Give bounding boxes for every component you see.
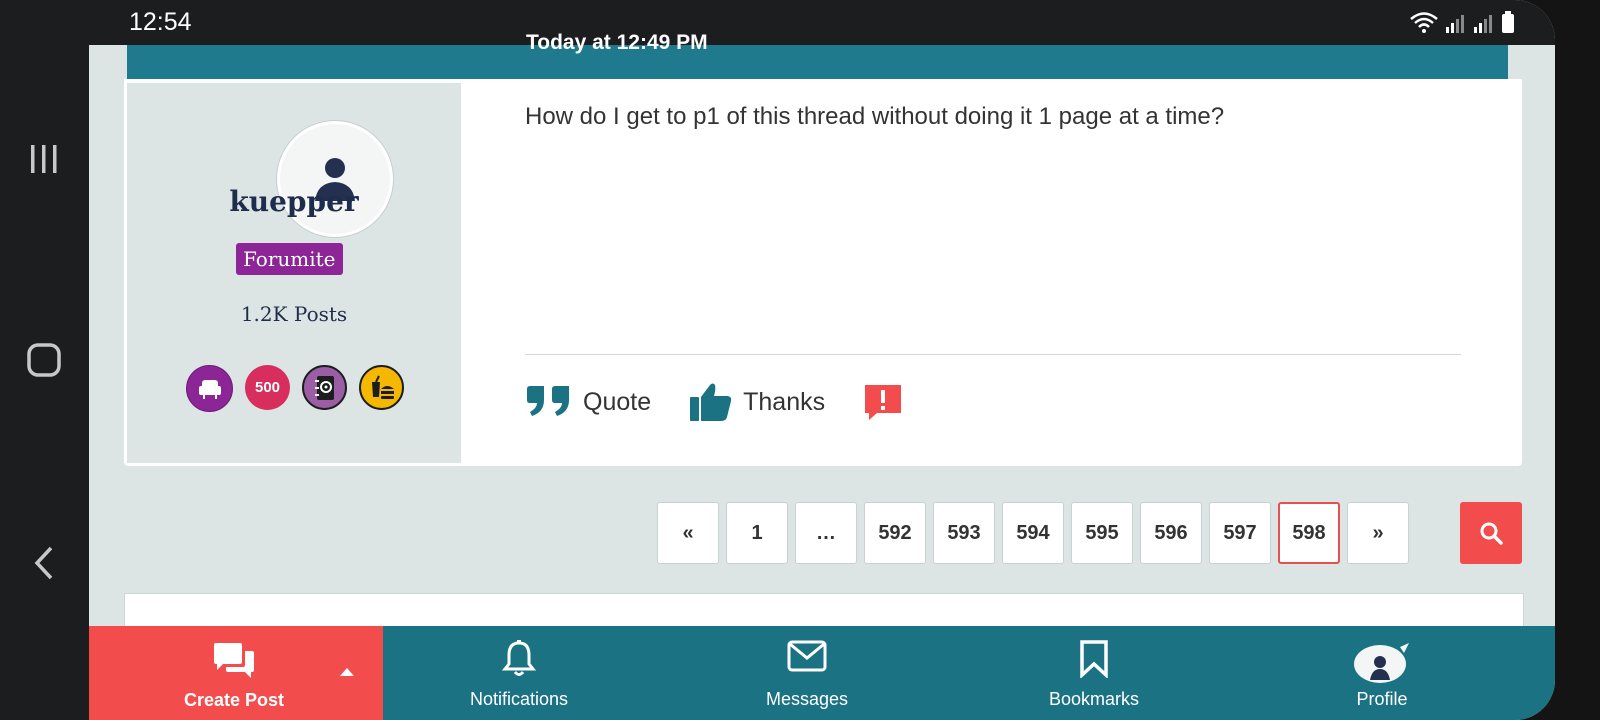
signal-icon	[1474, 15, 1492, 33]
contact-book-icon[interactable]	[302, 365, 347, 410]
back-icon[interactable]	[22, 541, 66, 585]
app-screen: 12:54 Today at 12:49 PM kuepper Forumite…	[89, 0, 1555, 720]
page-button-597[interactable]: 597	[1209, 502, 1271, 564]
page-ellipsis-button[interactable]: …	[795, 502, 857, 564]
recent-apps-icon[interactable]	[22, 137, 66, 181]
android-nav-bar	[0, 0, 89, 720]
bell-icon	[502, 640, 536, 676]
bookmarks-tab[interactable]: Bookmarks	[994, 626, 1194, 720]
page-button-current[interactable]: 598	[1278, 502, 1340, 564]
divider	[525, 354, 1461, 355]
wifi-icon	[1410, 12, 1438, 33]
page-button-595[interactable]: 595	[1071, 502, 1133, 564]
quote-icon	[527, 386, 569, 416]
fast-food-icon[interactable]	[359, 365, 404, 410]
notifications-tab[interactable]: Notifications	[419, 626, 619, 720]
signal-icon	[1446, 15, 1464, 33]
page-button-592[interactable]: 592	[864, 502, 926, 564]
thanks-label: Thanks	[743, 387, 826, 416]
bottom-nav: Create Post Notifications Messages Bookm…	[89, 626, 1555, 720]
quote-button[interactable]: Quote	[525, 385, 651, 419]
chat-bubbles-icon	[214, 643, 254, 678]
bookmarks-label: Bookmarks	[1048, 689, 1140, 709]
create-post-label: Create Post	[183, 690, 285, 710]
armchair-icon[interactable]	[186, 365, 233, 412]
profile-tab[interactable]: Profile	[1282, 626, 1482, 720]
pagination: « 1 … 592 593 594 595 596 597 598 »	[657, 502, 1409, 564]
page-next-button[interactable]: »	[1347, 502, 1409, 564]
role-badge: Forumite	[236, 243, 343, 275]
achievement-badges: 500	[186, 365, 404, 412]
profile-label: Profile	[1356, 689, 1408, 709]
post-date: Today at 12:49 PM	[526, 31, 708, 54]
home-icon[interactable]	[22, 338, 66, 382]
post-count: 1.2K Posts	[240, 302, 348, 326]
battery-icon	[1502, 11, 1514, 33]
page-button-593[interactable]: 593	[933, 502, 995, 564]
messages-label: Messages	[765, 689, 849, 709]
status-bar: 12:54	[89, 0, 1555, 45]
thanks-button[interactable]: Thanks	[689, 382, 825, 422]
create-post-button[interactable]: Create Post	[89, 626, 383, 720]
quote-label: Quote	[583, 387, 652, 416]
avatar[interactable]	[277, 121, 393, 237]
messages-tab[interactable]: Messages	[707, 626, 907, 720]
page-prev-button[interactable]: «	[657, 502, 719, 564]
post-body: How do I get to p1 of this thread withou…	[525, 103, 1225, 130]
search-icon	[1480, 522, 1503, 545]
report-icon	[865, 385, 902, 420]
profile-avatar-icon	[1354, 643, 1409, 683]
report-button[interactable]	[863, 383, 903, 421]
notifications-label: Notifications	[469, 689, 569, 709]
posts-500-badge[interactable]: 500	[245, 365, 290, 410]
post-header: Today at 12:49 PM	[127, 31, 1508, 79]
author-name[interactable]: kuepper	[127, 185, 461, 218]
thumbs-up-icon	[690, 383, 732, 421]
status-icons	[1409, 11, 1515, 33]
search-button[interactable]	[1460, 502, 1522, 564]
page-button-596[interactable]: 596	[1140, 502, 1202, 564]
post-actions: Quote Thanks	[525, 372, 941, 432]
page-button-594[interactable]: 594	[1002, 502, 1064, 564]
envelope-icon	[787, 640, 827, 672]
bookmark-icon	[1080, 640, 1108, 678]
caret-up-icon[interactable]	[339, 667, 355, 677]
page-button-1[interactable]: 1	[726, 502, 788, 564]
clock: 12:54	[129, 8, 192, 36]
